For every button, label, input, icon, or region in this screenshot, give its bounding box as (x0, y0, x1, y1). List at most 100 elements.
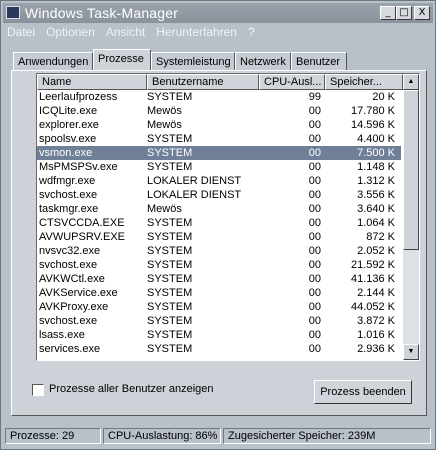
process-memory-cell: 44.052 K (350, 301, 395, 313)
status-cpu-usage: CPU-Auslastung: 86% (103, 428, 221, 444)
process-name-cell: svchost.exe (39, 259, 98, 271)
process-user-cell: LOKALER DIENST (147, 175, 242, 187)
process-cpu-cell: 00 (308, 329, 321, 341)
table-row[interactable]: spoolsv.exe SYSTEM 00 4.400 K (37, 132, 401, 146)
menu-datei[interactable]: Datei (7, 25, 35, 39)
process-user-cell: SYSTEM (147, 301, 193, 313)
process-memory-cell: 20 K (372, 91, 395, 103)
table-row[interactable]: services.exe SYSTEM 00 2.936 K (37, 342, 401, 356)
process-memory-cell: 1.064 K (357, 217, 395, 229)
column-header-user[interactable]: Benutzername (147, 74, 259, 90)
table-row[interactable]: lsass.exe SYSTEM 00 1.016 K (37, 328, 401, 342)
process-memory-cell: 3.872 K (357, 315, 395, 327)
table-row[interactable]: svchost.exe SYSTEM 00 3.872 K (37, 314, 401, 328)
process-name-cell: services.exe (39, 343, 101, 355)
process-cpu-cell: 00 (308, 287, 321, 299)
process-user-cell: SYSTEM (147, 287, 193, 299)
process-cpu-cell: 00 (308, 259, 321, 271)
table-row[interactable]: Leerlaufprozess SYSTEM 99 20 K (37, 90, 401, 104)
close-button[interactable]: X (414, 6, 430, 20)
process-cpu-cell: 00 (308, 315, 321, 327)
process-memory-cell: 3.640 K (357, 203, 395, 215)
process-user-cell: SYSTEM (147, 147, 193, 159)
table-row[interactable]: vsmon.exe SYSTEM 00 7.500 K (37, 146, 401, 160)
process-name-cell: AVKService.exe (39, 287, 118, 299)
scroll-up-icon[interactable]: ▲ (403, 74, 419, 90)
table-row[interactable]: svchost.exe LOKALER DIENST 00 3.556 K (37, 188, 401, 202)
menu-help[interactable]: ? (248, 25, 255, 39)
end-process-button[interactable]: Prozess beenden (314, 380, 412, 404)
process-name-cell: CTSVCCDA.EXE (39, 217, 125, 229)
process-memory-cell: 14.596 K (350, 119, 395, 131)
table-row[interactable]: AVKProxy.exe SYSTEM 00 44.052 K (37, 300, 401, 314)
process-memory-cell: 21.592 K (350, 259, 395, 271)
process-name-cell: nvsvc32.exe (39, 245, 101, 257)
column-header-name[interactable]: Name (37, 74, 147, 90)
process-user-cell: SYSTEM (147, 343, 193, 355)
column-header-cpu[interactable]: CPU-Ausl... (259, 74, 325, 90)
menu-ansicht[interactable]: Ansicht (106, 25, 145, 39)
process-name-cell: explorer.exe (39, 119, 99, 131)
table-row[interactable]: explorer.exe Mewös 00 14.596 K (37, 118, 401, 132)
menu-herunterfahren[interactable]: Herunterfahren (156, 25, 237, 39)
show-all-users-checkbox[interactable] (32, 384, 44, 396)
process-cpu-cell: 00 (308, 231, 321, 243)
table-row[interactable]: MsPMSPSv.exe SYSTEM 00 1.148 K (37, 160, 401, 174)
task-manager-window: Windows Task-Manager _ □ X Datei Optione… (0, 0, 436, 450)
scroll-down-icon[interactable]: ▼ (403, 344, 419, 360)
title-bar[interactable]: Windows Task-Manager _ □ X (3, 3, 433, 23)
process-list[interactable]: Name Benutzername CPU-Ausl... Speicher..… (36, 73, 420, 361)
process-name-cell: taskmgr.exe (39, 203, 99, 215)
processes-panel: Name Benutzername CPU-Ausl... Speicher..… (11, 70, 427, 416)
tab-anwendungen[interactable]: Anwendungen (13, 52, 93, 70)
tab-netzwerk[interactable]: Netzwerk (235, 52, 291, 70)
process-name-cell: AVKWCtl.exe (39, 273, 105, 285)
process-memory-cell: 2.144 K (357, 287, 395, 299)
maximize-button[interactable]: □ (396, 6, 412, 20)
process-name-cell: svchost.exe (39, 315, 98, 327)
menu-optionen[interactable]: Optionen (46, 25, 95, 39)
table-row[interactable]: wdfmgr.exe LOKALER DIENST 00 1.312 K (37, 174, 401, 188)
show-all-users-label[interactable]: Prozesse aller Benutzer anzeigen (49, 383, 213, 395)
process-cpu-cell: 00 (308, 133, 321, 145)
table-row[interactable]: ICQLite.exe Mewös 00 17.780 K (37, 104, 401, 118)
process-rows: Leerlaufprozess SYSTEM 99 20 K ICQLite.exe Me… (37, 90, 401, 356)
table-row[interactable]: svchost.exe SYSTEM 00 21.592 K (37, 258, 401, 272)
task-manager-app-icon (6, 6, 20, 19)
process-cpu-cell: 00 (308, 161, 321, 173)
table-row[interactable]: AVKWCtl.exe SYSTEM 00 41.136 K (37, 272, 401, 286)
window-title: Windows Task-Manager (25, 5, 179, 21)
process-user-cell: SYSTEM (147, 161, 193, 173)
table-row[interactable]: nvsvc32.exe SYSTEM 00 2.052 K (37, 244, 401, 258)
tab-systemleistung[interactable]: Systemleistung (151, 52, 235, 70)
status-commit-charge: Zugesicherter Speicher: 239M (223, 428, 431, 444)
process-memory-cell: 1.016 K (357, 329, 395, 341)
status-process-count: Prozesse: 29 (5, 428, 101, 444)
table-row[interactable]: CTSVCCDA.EXE SYSTEM 00 1.064 K (37, 216, 401, 230)
process-user-cell: SYSTEM (147, 217, 193, 229)
process-name-cell: AVWUPSRV.EXE (39, 231, 125, 243)
tab-prozesse[interactable]: Prozesse (93, 49, 151, 71)
process-user-cell: Mewös (147, 119, 182, 131)
process-user-cell: Mewös (147, 203, 182, 215)
process-user-cell: SYSTEM (147, 259, 193, 271)
process-memory-cell: 17.780 K (350, 105, 395, 117)
process-user-cell: LOKALER DIENST (147, 189, 242, 201)
minimize-button[interactable]: _ (380, 6, 396, 20)
table-row[interactable]: AVWUPSRV.EXE SYSTEM 00 872 K (37, 230, 401, 244)
table-row[interactable]: AVKService.exe SYSTEM 00 2.144 K (37, 286, 401, 300)
tab-benutzer[interactable]: Benutzer (291, 52, 347, 70)
process-cpu-cell: 00 (308, 147, 321, 159)
process-cpu-cell: 00 (308, 105, 321, 117)
table-row[interactable]: taskmgr.exe Mewös 00 3.640 K (37, 202, 401, 216)
column-header-memory[interactable]: Speicher... (325, 74, 403, 90)
scroll-thumb[interactable] (403, 90, 419, 250)
process-name-cell: ICQLite.exe (39, 105, 98, 117)
process-cpu-cell: 00 (308, 203, 321, 215)
process-cpu-cell: 00 (308, 245, 321, 257)
process-user-cell: SYSTEM (147, 133, 193, 145)
vertical-scrollbar[interactable]: ▲ ▼ (403, 74, 419, 360)
process-name-cell: AVKProxy.exe (39, 301, 109, 313)
process-memory-cell: 3.556 K (357, 189, 395, 201)
process-user-cell: SYSTEM (147, 315, 193, 327)
